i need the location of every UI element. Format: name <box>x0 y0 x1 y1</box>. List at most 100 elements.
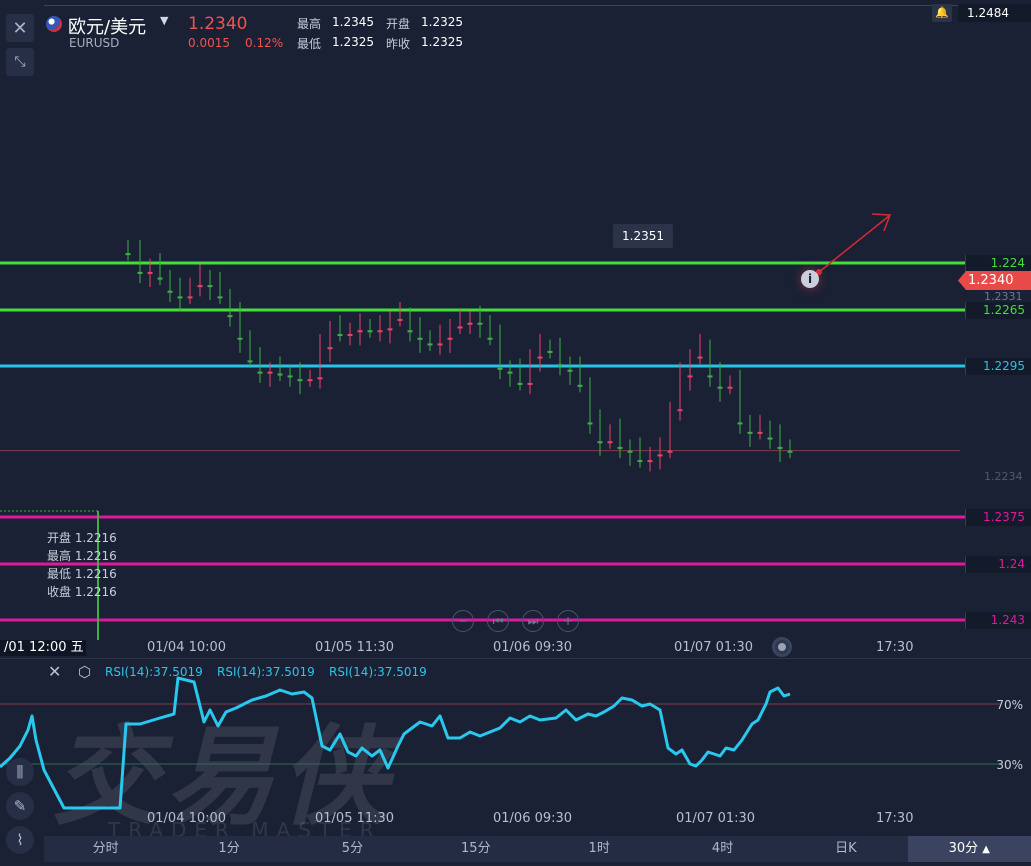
rsi-chart[interactable] <box>0 660 1031 810</box>
ohlc-close: 收盘 1.2216 <box>47 585 117 599</box>
candle-body <box>627 450 633 453</box>
info-icon[interactable]: i <box>801 270 819 288</box>
skip-back-icon[interactable]: ⏮ <box>487 610 509 632</box>
candle <box>397 302 403 327</box>
candle-body <box>647 460 653 463</box>
cursor-time: /01 12:00 五 <box>0 640 86 656</box>
candle-body <box>237 337 243 340</box>
candle <box>677 362 683 421</box>
candle <box>447 318 453 353</box>
sub-price-tag: 1.2331 <box>984 290 1023 303</box>
candle <box>407 307 413 342</box>
period-tab[interactable]: 分时 <box>44 836 167 862</box>
rsi-x-label: 01/07 01:30 <box>676 811 756 826</box>
candle <box>487 315 493 346</box>
level-tag: 1.24 <box>965 556 1031 573</box>
candle-body <box>267 371 273 374</box>
candle-body <box>617 446 623 449</box>
candle <box>737 369 743 434</box>
period-tab[interactable]: 15分 <box>414 836 537 862</box>
candle-body <box>247 360 253 363</box>
candle <box>577 356 583 393</box>
candle <box>217 271 223 304</box>
candle-body <box>287 375 293 378</box>
candle <box>687 349 693 391</box>
candle-body <box>157 277 163 280</box>
record-icon[interactable] <box>772 637 792 657</box>
skip-forward-icon[interactable]: ⏭ <box>522 610 544 632</box>
candle-body <box>477 322 483 325</box>
candle-body <box>227 315 233 318</box>
period-tab[interactable]: 1时 <box>538 836 661 862</box>
candle-tool-button[interactable]: ⫼ <box>6 758 34 786</box>
period-tab[interactable]: 1分 <box>167 836 290 862</box>
candle <box>427 330 433 351</box>
candle <box>667 401 673 459</box>
faint-price-tag: 1.2234 <box>984 470 1023 483</box>
candle-body <box>657 454 663 457</box>
candle <box>167 270 173 303</box>
period-tab-active[interactable]: 30分 ▲ <box>907 836 1031 862</box>
ohlc-low: 最低 1.2216 <box>47 567 117 581</box>
x-label: 17:30 <box>876 640 914 655</box>
candle <box>547 339 553 359</box>
zoom-out-icon[interactable]: − <box>452 610 474 632</box>
candle <box>357 313 363 346</box>
candle-body <box>317 377 323 380</box>
candle <box>757 414 763 440</box>
candle <box>377 315 383 342</box>
caret-up-icon: ▲ <box>982 844 990 855</box>
candle-body <box>767 437 773 440</box>
candle-body <box>427 343 433 346</box>
candle <box>747 414 753 447</box>
candle <box>437 324 443 355</box>
candle <box>317 334 323 389</box>
period-bar: 分时 1分 5分 15分 1时 4时 日K 30分 ▲ <box>44 836 1031 862</box>
candle-body <box>407 330 413 333</box>
candle-body <box>337 334 343 337</box>
candle <box>177 277 183 312</box>
level-tag: 1.224 <box>965 255 1031 272</box>
candle <box>367 318 373 338</box>
candle-body <box>447 337 453 340</box>
candle-body <box>787 450 793 453</box>
candle-body <box>197 285 203 288</box>
x-label: 01/06 09:30 <box>493 640 573 655</box>
candle <box>307 369 313 387</box>
candle <box>497 324 503 380</box>
period-tab[interactable]: 日K <box>784 836 907 862</box>
candle <box>777 424 783 462</box>
period-tab[interactable]: 5分 <box>291 836 414 862</box>
candle-body <box>737 422 743 425</box>
candle-body <box>677 409 683 412</box>
candle-body <box>437 343 443 346</box>
candle <box>197 264 203 297</box>
candle-body <box>487 337 493 340</box>
x-label: 01/05 11:30 <box>315 640 395 655</box>
candle-body <box>567 369 573 372</box>
candle <box>787 439 793 459</box>
candle <box>617 418 623 459</box>
candle-body <box>177 296 183 299</box>
pen-tool-button[interactable]: ✎ <box>6 792 34 820</box>
price-chart[interactable] <box>0 0 1031 640</box>
candle <box>727 375 733 395</box>
candle-body <box>667 450 673 453</box>
zoom-in-icon[interactable]: + <box>557 610 579 632</box>
candle-body <box>187 296 193 299</box>
candle <box>627 439 633 466</box>
candle <box>707 339 713 387</box>
candle <box>657 437 663 470</box>
candle <box>247 330 253 368</box>
indicator-tool-button[interactable]: ⌇ <box>6 826 34 854</box>
candle <box>607 424 613 449</box>
candle-body <box>517 382 523 385</box>
level-tag: 1.2295 <box>965 358 1031 375</box>
candle-body <box>297 379 303 382</box>
candle-body <box>327 347 333 350</box>
level-tag: 1.2265 <box>965 302 1031 319</box>
candle <box>597 409 603 457</box>
candle-body <box>377 330 383 333</box>
candle <box>697 334 703 365</box>
period-tab[interactable]: 4时 <box>661 836 784 862</box>
